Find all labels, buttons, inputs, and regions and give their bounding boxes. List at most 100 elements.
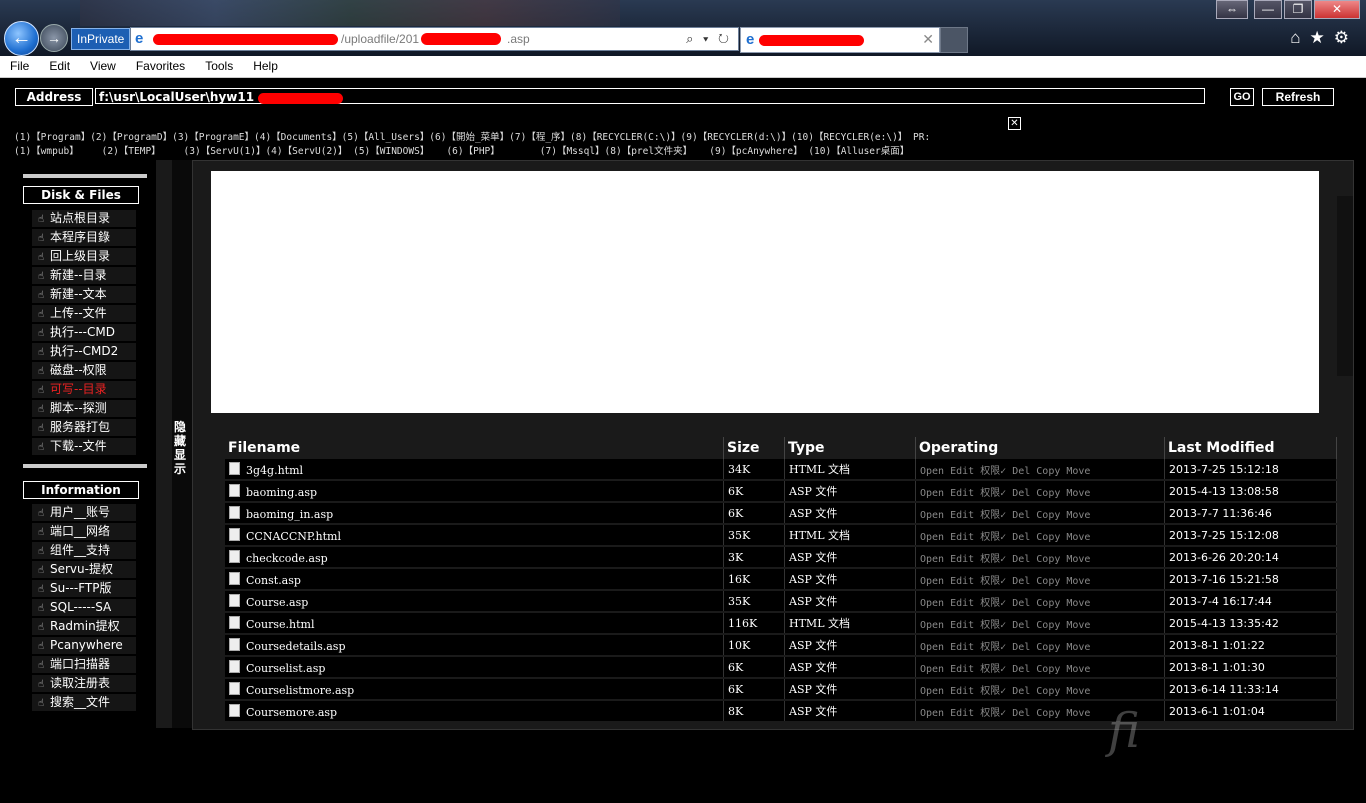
copy-link[interactable]: Copy: [1036, 620, 1060, 631]
file-name[interactable]: Course.asp: [246, 596, 308, 609]
file-name[interactable]: Coursemore.asp: [246, 706, 337, 719]
permission-link[interactable]: 权限✓: [980, 554, 1006, 565]
file-name[interactable]: Courselist.asp: [246, 662, 325, 675]
sidebar-scrollbar[interactable]: [156, 160, 172, 728]
delete-link[interactable]: Del: [1012, 642, 1030, 653]
file-name[interactable]: Const.asp: [246, 574, 301, 587]
menu-tools[interactable]: Tools: [195, 56, 243, 77]
file-name-cell[interactable]: Const.asp: [225, 568, 724, 591]
copy-link[interactable]: Copy: [1036, 708, 1060, 719]
permission-link[interactable]: 权限✓: [980, 708, 1006, 719]
sidebar-disk-item[interactable]: ☝ 上传--文件: [32, 305, 136, 322]
file-name[interactable]: Courselistmore.asp: [246, 684, 354, 697]
sidebar-info-item[interactable]: ☝ 用户__账号: [32, 504, 136, 521]
maximize-button[interactable]: ❐: [1284, 0, 1312, 19]
sidebar-info-item[interactable]: ☝ 组件__支持: [32, 542, 136, 559]
edit-link[interactable]: Edit: [950, 532, 974, 543]
copy-link[interactable]: Copy: [1036, 532, 1060, 543]
sidebar-disk-item[interactable]: ☝ 执行---CMD: [32, 324, 136, 341]
minimize-button[interactable]: —: [1254, 0, 1282, 19]
copy-link[interactable]: Copy: [1036, 576, 1060, 587]
delete-link[interactable]: Del: [1012, 598, 1030, 609]
close-window-button[interactable]: ✕: [1314, 0, 1360, 19]
edit-link[interactable]: Edit: [950, 642, 974, 653]
open-link[interactable]: Open: [920, 488, 944, 499]
copy-link[interactable]: Copy: [1036, 488, 1060, 499]
move-link[interactable]: Move: [1066, 510, 1090, 521]
sidebar-disk-item[interactable]: ☝ 执行--CMD2: [32, 343, 136, 360]
menu-favorites[interactable]: Favorites: [126, 56, 195, 77]
open-link[interactable]: Open: [920, 708, 944, 719]
edit-link[interactable]: Edit: [950, 664, 974, 675]
file-name[interactable]: 3g4g.html: [246, 464, 303, 477]
edit-link[interactable]: Edit: [950, 488, 974, 499]
permission-link[interactable]: 权限✓: [980, 466, 1006, 477]
edit-link[interactable]: Edit: [950, 554, 974, 565]
url-controls[interactable]: ⌕ ▾ ↻: [686, 28, 732, 50]
forward-button[interactable]: →: [40, 24, 68, 52]
permission-link[interactable]: 权限✓: [980, 532, 1006, 543]
edit-link[interactable]: Edit: [950, 708, 974, 719]
open-link[interactable]: Open: [920, 466, 944, 477]
file-name-cell[interactable]: Course.asp: [225, 590, 724, 613]
file-name[interactable]: baoming_in.asp: [246, 508, 333, 521]
sidebar-info-item[interactable]: ☝ Pcanywhere: [32, 637, 136, 654]
move-link[interactable]: Move: [1066, 488, 1090, 499]
file-name[interactable]: Course.html: [246, 618, 315, 631]
move-link[interactable]: Move: [1066, 532, 1090, 543]
file-name[interactable]: CCNACCNP.html: [246, 530, 341, 543]
permission-link[interactable]: 权限✓: [980, 620, 1006, 631]
move-link[interactable]: Move: [1066, 576, 1090, 587]
edit-link[interactable]: Edit: [950, 576, 974, 587]
delete-link[interactable]: Del: [1012, 488, 1030, 499]
copy-link[interactable]: Copy: [1036, 642, 1060, 653]
file-name-cell[interactable]: Coursedetails.asp: [225, 634, 724, 657]
file-name-cell[interactable]: Courselistmore.asp: [225, 678, 724, 701]
delete-link[interactable]: Del: [1012, 466, 1030, 477]
copy-link[interactable]: Copy: [1036, 686, 1060, 697]
file-name-cell[interactable]: Course.html: [225, 612, 724, 635]
go-button[interactable]: GO: [1230, 88, 1254, 106]
toolbar-icons[interactable]: ⌂★⚙: [1290, 28, 1358, 48]
file-name-cell[interactable]: checkcode.asp: [225, 546, 724, 569]
permission-link[interactable]: 权限✓: [980, 510, 1006, 521]
open-link[interactable]: Open: [920, 686, 944, 697]
edit-link[interactable]: Edit: [950, 510, 974, 521]
delete-link[interactable]: Del: [1012, 708, 1030, 719]
address-bar[interactable]: e /uploadfile/201 .asp ⌕ ▾ ↻: [130, 27, 739, 51]
permission-link[interactable]: 权限✓: [980, 664, 1006, 675]
quick-links-close-icon[interactable]: ✕: [1008, 117, 1021, 130]
file-name-cell[interactable]: 3g4g.html: [225, 459, 724, 481]
move-link[interactable]: Move: [1066, 620, 1090, 631]
browser-tab[interactable]: e ✕: [740, 27, 940, 53]
open-link[interactable]: Open: [920, 642, 944, 653]
sidebar-disk-item[interactable]: ☝ 新建--目录: [32, 267, 136, 284]
open-link[interactable]: Open: [920, 510, 944, 521]
permission-link[interactable]: 权限✓: [980, 598, 1006, 609]
sidebar-disk-item[interactable]: ☝ 磁盘--权限: [32, 362, 136, 379]
restore-icon[interactable]: ⇔: [1216, 0, 1248, 19]
move-link[interactable]: Move: [1066, 642, 1090, 653]
sidebar-info-item[interactable]: ☝ 端口__网络: [32, 523, 136, 540]
file-name[interactable]: baoming.asp: [246, 486, 317, 499]
file-name-cell[interactable]: Coursemore.asp: [225, 700, 724, 723]
delete-link[interactable]: Del: [1012, 510, 1030, 521]
permission-link[interactable]: 权限✓: [980, 576, 1006, 587]
sidebar-disk-item[interactable]: ☝ 脚本--探测: [32, 400, 136, 417]
sidebar-info-item[interactable]: ☝ Su---FTP版: [32, 580, 136, 597]
move-link[interactable]: Move: [1066, 664, 1090, 675]
delete-link[interactable]: Del: [1012, 532, 1030, 543]
sidebar-toggle-label[interactable]: 隐藏 显示: [174, 420, 188, 476]
tab-close-icon[interactable]: ✕: [922, 31, 934, 48]
disk-files-heading[interactable]: Disk & Files: [23, 186, 139, 204]
delete-link[interactable]: Del: [1012, 576, 1030, 587]
permission-link[interactable]: 权限✓: [980, 686, 1006, 697]
back-button[interactable]: ←: [4, 21, 39, 56]
delete-link[interactable]: Del: [1012, 620, 1030, 631]
information-heading[interactable]: Information: [23, 481, 139, 499]
file-name-cell[interactable]: baoming.asp: [225, 480, 724, 503]
permission-link[interactable]: 权限✓: [980, 488, 1006, 499]
edit-link[interactable]: Edit: [950, 598, 974, 609]
sidebar-disk-item[interactable]: ☝ 本程序目錄: [32, 229, 136, 246]
open-link[interactable]: Open: [920, 620, 944, 631]
